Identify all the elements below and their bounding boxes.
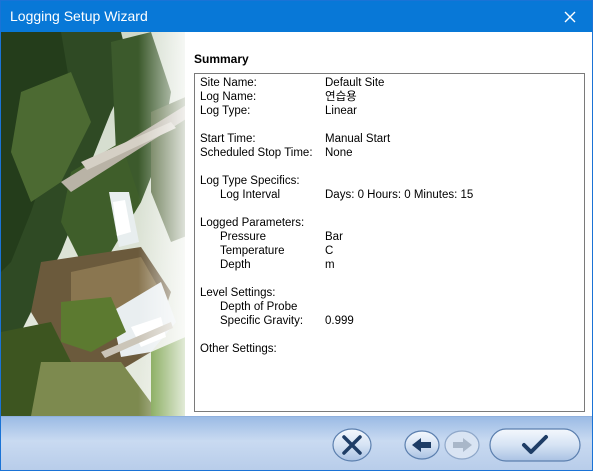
pressure-value: Bar (325, 231, 343, 243)
site-name-value: Default Site (325, 77, 385, 89)
close-button[interactable] (548, 1, 592, 32)
depth-label: Depth (220, 259, 251, 271)
start-time-value: Manual Start (325, 133, 391, 145)
log-name-value: 연습용 (325, 91, 357, 103)
scheduled-stop-time-label: Scheduled Stop Time: (200, 147, 313, 159)
other-settings-label: Other Settings: (200, 343, 277, 355)
temperature-label: Temperature (220, 245, 285, 257)
log-type-specifics-label: Log Type Specifics: (200, 175, 300, 187)
start-time-label: Start Time: (200, 133, 256, 145)
close-icon (564, 11, 576, 22)
back-button[interactable] (403, 429, 441, 461)
specific-gravity-value: 0.999 (325, 315, 354, 327)
pressure-label: Pressure (220, 231, 267, 243)
depth-of-probe-label: Depth of Probe (220, 301, 298, 313)
log-interval-value: Days: 0 Hours: 0 Minutes: 15 (325, 189, 474, 201)
logged-parameters-label: Logged Parameters: (200, 217, 305, 229)
level-settings-label: Level Settings: (200, 287, 276, 299)
window-title: Logging Setup Wizard (10, 8, 148, 24)
scheduled-stop-time-value: None (325, 147, 353, 159)
log-type-label: Log Type: (200, 105, 251, 117)
title-bar[interactable]: Logging Setup Wizard (1, 1, 592, 32)
logging-setup-wizard-window: Logging Setup Wizard Summary Site Name: … (0, 0, 593, 471)
wizard-button-bar (1, 416, 592, 470)
next-button[interactable] (443, 429, 481, 461)
log-type-value: Linear (325, 105, 357, 117)
log-name-label: Log Name: (200, 91, 257, 103)
depth-value: m (325, 259, 335, 271)
summary-heading: Summary (194, 52, 249, 66)
site-name-label: Site Name: (200, 77, 257, 89)
cancel-button[interactable] (331, 427, 373, 463)
finish-button[interactable] (489, 427, 581, 463)
temperature-value: C (325, 245, 334, 257)
summary-box[interactable]: Site Name: Default Site Log Name: 연습용 Lo… (194, 73, 585, 412)
specific-gravity-label: Specific Gravity: (220, 315, 304, 327)
wizard-side-image (1, 32, 197, 416)
log-interval-label: Log Interval (220, 189, 281, 201)
summary-panel: Summary Site Name: Default Site Log Name… (185, 32, 592, 416)
